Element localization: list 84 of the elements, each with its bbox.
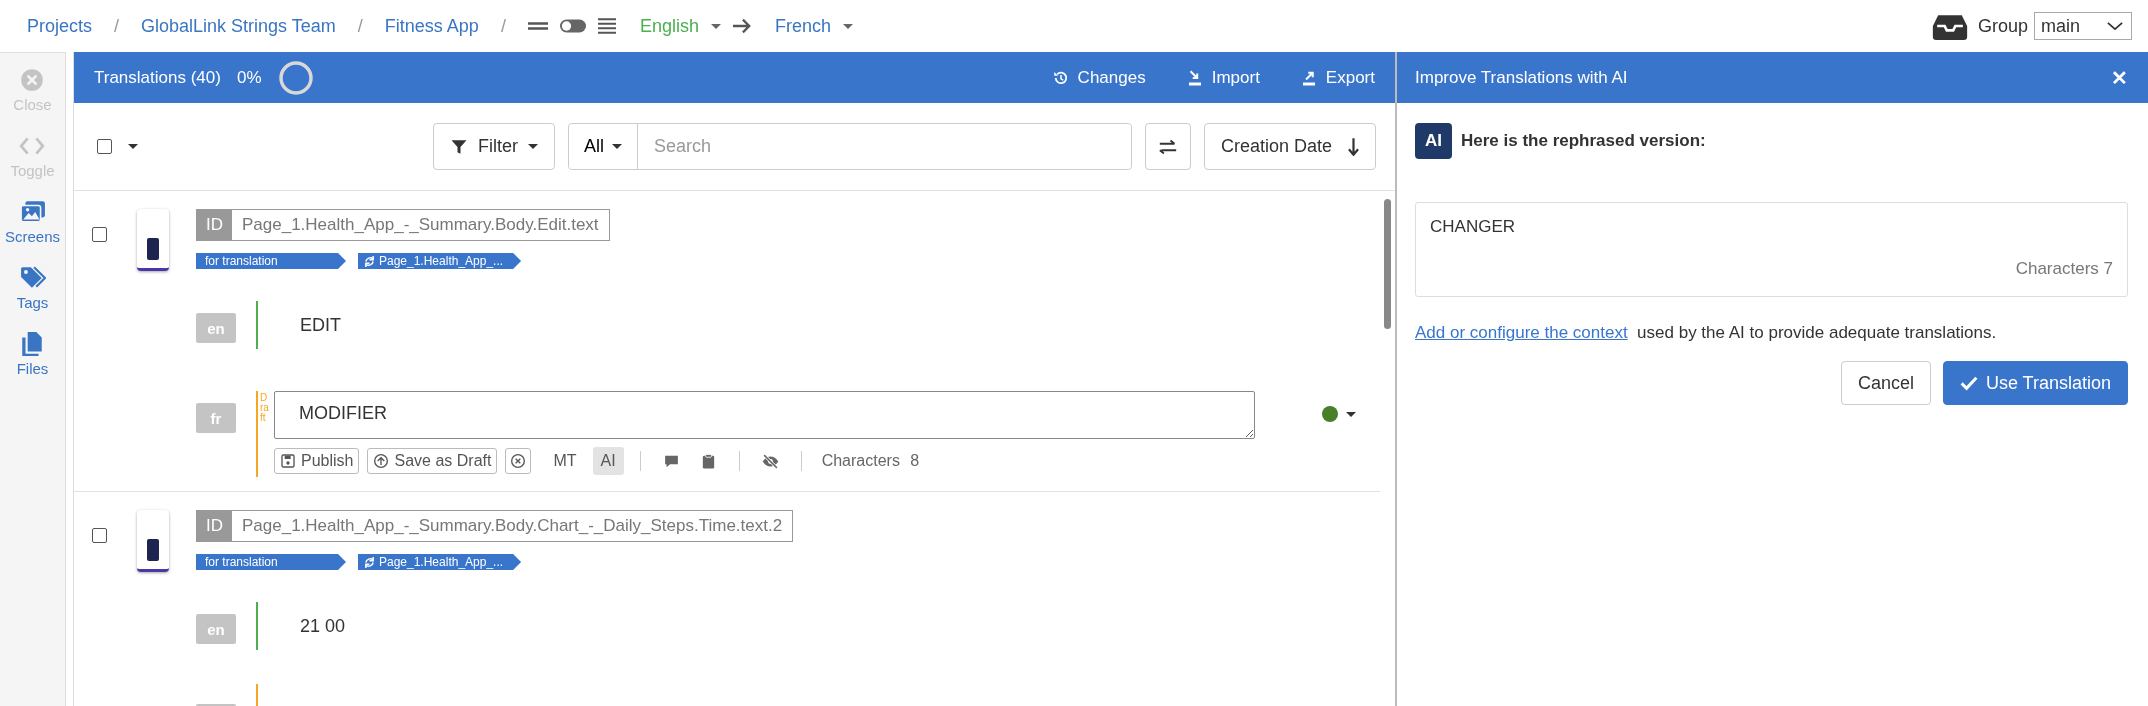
select-all-checkbox[interactable]: [97, 139, 112, 154]
status-dot[interactable]: [1322, 406, 1338, 422]
translation-field[interactable]: MODIFIER: [274, 391, 1255, 439]
group-label: Group: [1977, 15, 2028, 37]
breadcrumb-link[interactable]: Fitness App: [384, 15, 479, 37]
row-checkbox[interactable]: [92, 227, 107, 242]
character-count: Characters 8: [821, 452, 920, 470]
engine-toggle[interactable]: AI: [592, 447, 624, 475]
lines-icon: [597, 17, 616, 35]
filter-icon: [449, 137, 468, 156]
progress-ring: [277, 59, 314, 96]
ai-heading: Here is the rephrased version:: [1461, 131, 1706, 151]
character-count: Characters 7: [2014, 259, 2113, 279]
language-badge: en: [196, 614, 236, 644]
publish-button[interactable]: Publish: [274, 448, 360, 474]
sidebar-item[interactable]: Files: [16, 331, 49, 377]
discard-button[interactable]: [505, 448, 532, 474]
close-button[interactable]: ✕: [2111, 65, 2128, 90]
caret-icon: [1346, 411, 1356, 417]
status-tag: for translation: [196, 253, 346, 269]
ai-badge: AI: [1415, 123, 1452, 159]
source-text: EDIT: [300, 314, 341, 336]
sort-button[interactable]: Creation Date: [1203, 123, 1376, 170]
breadcrumb-separator: /: [357, 15, 363, 37]
context-link[interactable]: Add or configure the context: [1415, 323, 1628, 342]
chevron-down-icon: [2107, 21, 2123, 31]
caret-icon: [611, 144, 622, 149]
caret-icon: [527, 144, 538, 149]
breadcrumb-link[interactable]: Projects: [27, 15, 93, 37]
draft-label: Draft: [260, 393, 270, 425]
caret-icon: [128, 144, 138, 149]
language-badge: en: [196, 313, 236, 343]
caret-icon: [710, 23, 721, 29]
context-hint: Add or configure the context used by the AI to provide adequate translations.: [1415, 323, 1998, 343]
search-field[interactable]: All Search: [567, 123, 1132, 170]
swap-button[interactable]: [1144, 123, 1191, 170]
target-language-dropdown[interactable]: French: [774, 15, 831, 37]
cancel-button[interactable]: Cancel: [1840, 361, 1931, 405]
sync-icon: [364, 255, 375, 267]
eye-slash-icon[interactable]: [761, 452, 779, 470]
screen-thumbnail[interactable]: [137, 209, 169, 271]
progress-percent: 0%: [236, 67, 262, 88]
string-id: Page_1.Health_App_-_Summary.Body.Edit.text: [241, 214, 600, 236]
group-select[interactable]: main: [2034, 12, 2132, 40]
source-text: 21 00: [300, 615, 346, 637]
double-line-icon: [527, 20, 548, 32]
string-id: Page_1.Health_App_-_Summary.Body.Chart_-_Daily_Steps.Time.text.2: [241, 515, 784, 537]
use-translation-button[interactable]: Use Translation: [1942, 361, 2128, 405]
screen-thumbnail[interactable]: [137, 510, 169, 572]
save-draft-button[interactable]: Save as Draft: [367, 448, 498, 474]
upload-icon: [373, 453, 390, 469]
breadcrumb-separator: /: [500, 15, 506, 37]
close-icon: [19, 67, 46, 93]
toggle-switch[interactable]: [559, 19, 586, 33]
caret-icon: [843, 23, 853, 29]
checkmark-icon: [1959, 375, 1978, 391]
filter-button[interactable]: Filter: [432, 123, 555, 170]
row-checkbox[interactable]: [92, 528, 107, 543]
header-action[interactable]: Import: [1185, 67, 1260, 88]
scrollbar-thumb[interactable]: [1384, 199, 1391, 329]
key-tag[interactable]: Page_1.Health_App_...: [358, 253, 522, 269]
status-tag: for translation: [196, 554, 346, 570]
sidebar-item[interactable]: Screens: [5, 199, 60, 245]
breadcrumb-separator: /: [114, 15, 120, 37]
scope-dropdown[interactable]: All: [568, 124, 638, 169]
engine-toggle[interactable]: MT: [545, 447, 585, 475]
header-action[interactable]: Export: [1299, 67, 1375, 88]
sync-icon: [364, 556, 375, 568]
ai-panel-title: Improve Translations with AI: [1415, 67, 1628, 88]
breadcrumb-link[interactable]: GlobalLink Strings Team: [141, 15, 336, 37]
id-label: ID: [197, 210, 232, 240]
source-language-dropdown[interactable]: English: [639, 15, 699, 37]
sidebar-item[interactable]: Tags: [16, 265, 49, 311]
key-tag[interactable]: Page_1.Health_App_...: [358, 554, 522, 570]
header-action[interactable]: Changes: [1051, 67, 1146, 88]
ai-result-text: CHANGER: [1430, 217, 1516, 237]
arrow-down-icon: [1348, 137, 1359, 156]
language-badge: fr: [196, 403, 236, 433]
id-label: ID: [197, 511, 232, 541]
arrow-right-icon: [732, 17, 751, 35]
cancel-icon: [510, 453, 527, 469]
save-icon: [280, 453, 296, 469]
panel-title: Translations (40): [94, 67, 221, 88]
swap-arrows-icon: [1157, 137, 1178, 156]
